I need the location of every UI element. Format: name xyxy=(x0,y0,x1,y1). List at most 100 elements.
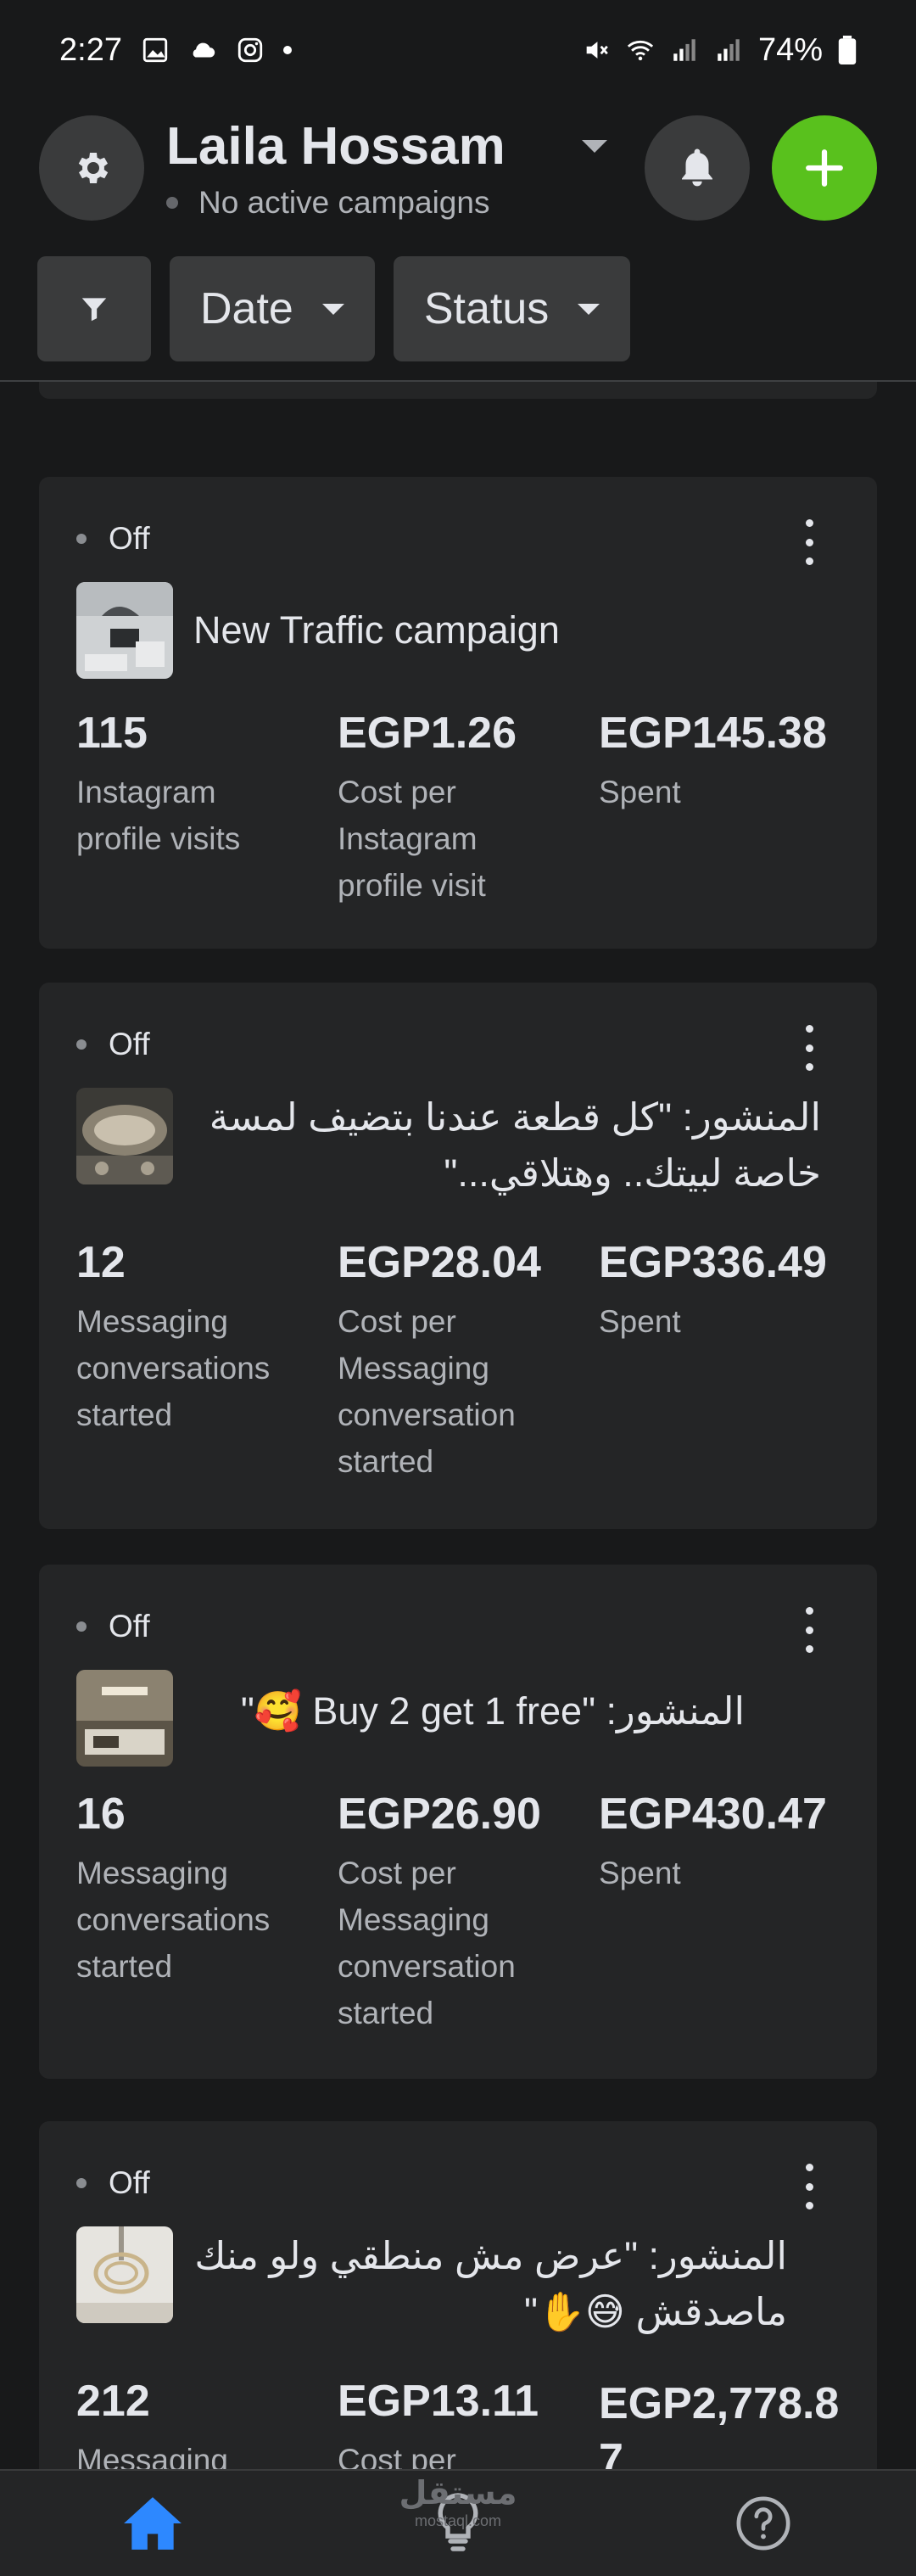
campaign-status: Off xyxy=(76,1027,150,1062)
campaign-status: Off xyxy=(76,2165,150,2201)
metric-value: 212 xyxy=(76,2377,150,2426)
status-dot-icon xyxy=(166,196,178,209)
results-metric: 12 Messaging conversations started xyxy=(76,1237,338,1485)
cost-per-result-metric: EGP13.11 Cost per xyxy=(338,2376,599,2469)
metric-label: Messaging conversations started xyxy=(76,1304,271,1432)
metric-label-tail: started xyxy=(338,382,433,384)
settings-button[interactable] xyxy=(39,115,144,221)
metric-label: Messaging xyxy=(76,2443,228,2469)
metric-value: EGP430.47 xyxy=(599,1789,827,1839)
notifications-button[interactable] xyxy=(645,115,750,221)
campaign-status-line: No active campaigns xyxy=(166,185,645,221)
signal-2-icon xyxy=(718,39,740,61)
home-icon xyxy=(124,2497,182,2550)
metric-label: Spent xyxy=(599,1856,681,1890)
campaign-status: Off xyxy=(76,521,150,557)
cost-per-result-metric: EGP1.26 Cost per Instagram profile visit xyxy=(338,708,599,909)
campaign-title[interactable]: New Traffic campaign xyxy=(193,602,838,658)
filter-icon xyxy=(81,298,107,322)
bell-icon xyxy=(682,148,712,187)
status-bar: 2:27 74% xyxy=(0,0,916,100)
status-filter-dropdown[interactable]: Status xyxy=(393,256,631,361)
more-options-icon[interactable] xyxy=(792,1025,826,1071)
battery-icon xyxy=(838,36,857,64)
campaign-card-partial[interactable]: started xyxy=(39,382,877,399)
campaign-status-text: No active campaigns xyxy=(198,184,490,220)
cost-per-result-metric: EGP28.04 Cost per Messaging conversation … xyxy=(338,1237,599,1485)
status-dot-icon xyxy=(76,534,87,544)
chevron-down-icon xyxy=(578,303,600,315)
help-icon xyxy=(736,2496,790,2551)
campaign-status-label: Off xyxy=(109,1609,150,1644)
metric-value: 12 xyxy=(76,1238,126,1287)
status-bar-left: 2:27 xyxy=(59,32,292,69)
campaign-card[interactable]: Off المنشور: "Buy 2 get 1 free 🥰" 16 Mess… xyxy=(39,1565,877,2079)
filter-bar: Date Status xyxy=(37,256,631,361)
more-options-icon[interactable] xyxy=(792,1607,826,1653)
campaign-status-label: Off xyxy=(109,2165,150,2200)
notification-dot-icon xyxy=(282,46,292,54)
campaign-status-label: Off xyxy=(109,521,150,556)
status-bar-right: 74% xyxy=(582,32,857,69)
create-campaign-button[interactable] xyxy=(772,115,877,221)
filter-button[interactable] xyxy=(37,256,151,361)
clock: 2:27 xyxy=(59,31,122,68)
campaign-title[interactable]: المنشور: "عرض مش منطقي ولو منك ماصدقش 😅✋… xyxy=(193,2228,787,2340)
account-name: Laila Hossam xyxy=(166,116,505,176)
watermark-logo: مستقل mostaql.com xyxy=(399,2474,517,2530)
date-filter-label: Date xyxy=(200,284,293,333)
campaign-card[interactable]: Off المنشور: "كل قطعة عندنا بتضيف لمسة خ… xyxy=(39,983,877,1529)
chevron-down-icon xyxy=(581,139,607,153)
instagram-icon xyxy=(237,37,263,63)
campaign-thumbnail xyxy=(76,1088,173,1184)
campaign-metrics: 16 Messaging conversations started EGP26.… xyxy=(76,1789,860,2036)
cost-per-result-metric: EGP26.90 Cost per Messaging conversation … xyxy=(338,1789,599,2036)
more-options-icon[interactable] xyxy=(792,519,826,565)
results-metric: 115 Instagram profile visits xyxy=(76,708,338,909)
campaign-thumbnail xyxy=(76,1670,173,1767)
campaign-title[interactable]: المنشور: "Buy 2 get 1 free 🥰" xyxy=(193,1683,745,1739)
metric-value: EGP145.38 xyxy=(599,708,827,758)
plus-icon xyxy=(806,149,843,187)
metric-label: Cost per Messaging conversation started xyxy=(338,1304,516,1479)
metric-label: Cost per Messaging conversation started xyxy=(338,1856,516,2030)
battery-percent: 74% xyxy=(757,31,823,68)
results-metric: 212 Messaging xyxy=(76,2376,338,2469)
spent-metric: EGP145.38 Spent xyxy=(599,708,860,909)
watermark-subtext: mostaql.com xyxy=(414,2512,502,2529)
results-metric: 16 Messaging conversations started xyxy=(76,1789,338,2036)
metric-value: 16 xyxy=(76,1789,126,1839)
campaign-metrics: 115 Instagram profile visits EGP1.26 Cost … xyxy=(76,708,860,909)
more-options-icon[interactable] xyxy=(792,2164,826,2209)
wifi-icon xyxy=(627,40,654,61)
metric-value: EGP1.26 xyxy=(338,708,517,758)
spent-metric: EGP2,778.87 xyxy=(599,2376,860,2469)
nav-home[interactable] xyxy=(110,2481,195,2566)
campaign-metrics: 12 Messaging conversations started EGP28.… xyxy=(76,1237,860,1485)
date-filter-dropdown[interactable]: Date xyxy=(170,256,375,361)
spent-metric: EGP430.47 Spent xyxy=(599,1789,860,2036)
campaign-card[interactable]: Off المنشور: "عرض مش منطقي ولو منك ماصدق… xyxy=(39,2121,877,2469)
metric-value: EGP28.04 xyxy=(338,1238,541,1287)
campaign-card[interactable]: Off New Traffic campaign 115 Instagram pr… xyxy=(39,477,877,949)
spent-metric: EGP336.49 Spent xyxy=(599,1237,860,1485)
gallery-icon xyxy=(142,37,168,63)
metric-label: Messaging conversations started xyxy=(76,1856,271,1984)
campaign-thumbnail xyxy=(76,2226,173,2323)
status-dot-icon xyxy=(76,1039,87,1050)
account-switcher[interactable]: Laila Hossam No active campaigns xyxy=(166,116,645,221)
metric-label: Spent xyxy=(599,1304,681,1339)
campaign-metrics: 212 Messaging EGP13.11 Cost per EGP2,778.8… xyxy=(76,2376,860,2469)
status-filter-label: Status xyxy=(423,284,550,333)
account-header: Laila Hossam No active campaigns xyxy=(0,100,916,236)
metric-value: 115 xyxy=(76,708,148,758)
chevron-down-icon xyxy=(321,303,344,315)
campaign-status: Off xyxy=(76,1609,150,1644)
nav-help[interactable] xyxy=(721,2481,806,2566)
campaign-list[interactable]: started Off New Traffic campaign 115 Inst… xyxy=(0,382,916,2469)
metric-value: EGP2,778.87 xyxy=(599,2379,840,2469)
status-dot-icon xyxy=(76,2178,87,2188)
campaign-title[interactable]: المنشور: "كل قطعة عندنا بتضيف لمسة خاصة … xyxy=(193,1089,821,1201)
gear-icon xyxy=(78,153,109,183)
watermark-text: مستقل xyxy=(399,2476,517,2512)
